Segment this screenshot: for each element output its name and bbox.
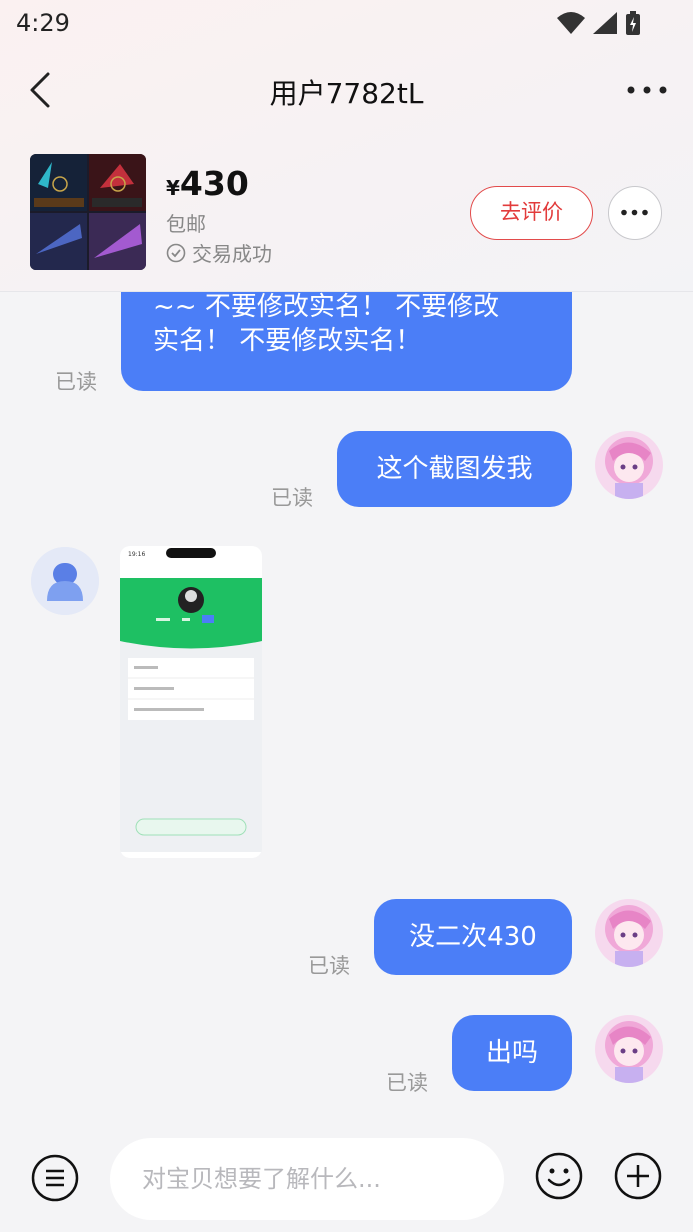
read-receipt: 已读 bbox=[308, 954, 350, 978]
my-avatar[interactable] bbox=[595, 899, 663, 967]
message-bubble-sent[interactable]: 没二次430 bbox=[374, 899, 572, 975]
message-text: 没二次430 bbox=[409, 922, 537, 952]
shipping-label: 包邮 bbox=[166, 212, 206, 236]
message-text: 实名！ 不要修改实名！ bbox=[153, 326, 422, 356]
status-bar: 4:29 bbox=[0, 0, 693, 48]
price-value: 430 bbox=[179, 164, 249, 203]
check-circle-icon bbox=[166, 243, 186, 262]
add-icon[interactable] bbox=[614, 1152, 662, 1200]
seller-avatar[interactable] bbox=[31, 547, 99, 615]
svg-text:19:16: 19:16 bbox=[128, 551, 145, 558]
emoji-icon[interactable] bbox=[535, 1152, 583, 1200]
message-text: 出吗 bbox=[485, 1038, 538, 1068]
message-text: 这个截图发我 bbox=[376, 454, 533, 484]
my-avatar[interactable] bbox=[595, 1015, 663, 1083]
more-options-icon bbox=[621, 209, 648, 216]
wifi-icon bbox=[557, 12, 585, 34]
page-title: 用户7782tL bbox=[269, 77, 424, 110]
my-avatar[interactable] bbox=[595, 431, 663, 499]
message-bubble-sent[interactable]: 这个截图发我 bbox=[337, 431, 572, 507]
image-message[interactable]: 19:16 bbox=[120, 546, 262, 858]
product-options-button[interactable] bbox=[608, 186, 662, 240]
chat-header: 4:29 用户7782tL ¥430 包邮 交易成功 去评价 bbox=[0, 0, 693, 292]
rate-button[interactable]: 去评价 bbox=[470, 186, 593, 240]
product-price: ¥430 bbox=[166, 164, 249, 203]
product-thumbnail[interactable] bbox=[30, 154, 146, 270]
message-bubble-sent[interactable]: 出吗 bbox=[452, 1015, 572, 1091]
read-receipt: 已读 bbox=[386, 1071, 428, 1095]
nav-bar: 用户7782tL bbox=[0, 58, 693, 122]
read-receipt: 已读 bbox=[55, 370, 97, 394]
menu-icon[interactable] bbox=[31, 1154, 79, 1202]
read-receipt: 已读 bbox=[271, 486, 313, 510]
message-text: ~~ 不要修改实名！ 不要修改 bbox=[153, 292, 500, 322]
trade-status: 交易成功 bbox=[166, 238, 272, 267]
more-options-icon[interactable] bbox=[625, 76, 669, 104]
message-input[interactable]: 对宝贝想要了解什么... bbox=[110, 1138, 504, 1220]
battery-icon bbox=[626, 11, 640, 35]
status-time: 4:29 bbox=[16, 9, 70, 37]
price-currency: ¥ bbox=[166, 176, 180, 200]
product-card[interactable]: ¥430 包邮 交易成功 去评价 bbox=[0, 150, 693, 276]
trade-status-text: 交易成功 bbox=[192, 242, 272, 266]
signal-icon bbox=[593, 12, 617, 34]
input-bar: 对宝贝想要了解什么... bbox=[0, 1130, 693, 1232]
